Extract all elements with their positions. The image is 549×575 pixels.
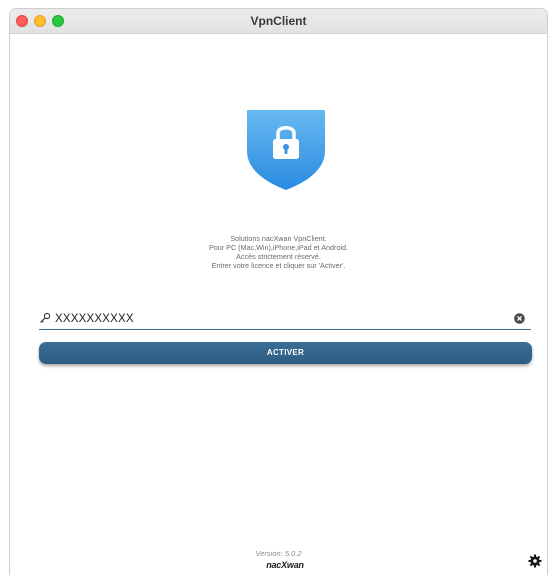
license-input[interactable]	[55, 311, 505, 327]
key-icon	[40, 312, 51, 323]
intro-line: Entrer votre licence et cliquer sur 'Act…	[211, 261, 346, 270]
intro-line: Solutions nacXwan VpnClient.	[230, 234, 327, 243]
license-input-underline	[39, 329, 531, 330]
nacxwan-logo: nacXwan	[266, 560, 304, 570]
app-window: VpnClient Solutions nacXwan VpnClient. P…	[9, 8, 548, 575]
vpn-shield-lock-icon	[247, 110, 325, 190]
intro-line: Pour PC (Mac,Win),iPhone,iPad et Android…	[208, 243, 349, 252]
intro-text: Solutions nacXwan VpnClient. Pour PC (Ma…	[10, 234, 547, 270]
activate-button[interactable]: ACTIVER	[39, 342, 532, 364]
intro-line: Accès strictement réservé.	[236, 252, 321, 261]
clear-circle-icon[interactable]	[514, 313, 525, 324]
window-title: VpnClient	[250, 14, 307, 28]
gear-icon[interactable]	[528, 554, 542, 568]
title-bar: VpnClient	[10, 9, 547, 34]
version-label: Version: 5.0.2	[255, 549, 302, 558]
